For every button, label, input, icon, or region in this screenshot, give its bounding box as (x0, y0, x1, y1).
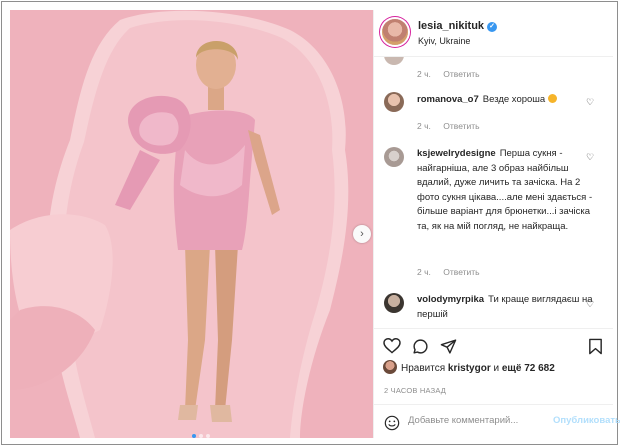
post-location[interactable]: Kyiv, Ukraine (418, 36, 470, 46)
comment-avatar[interactable] (384, 92, 404, 112)
comment-input[interactable] (406, 414, 550, 427)
publish-button[interactable]: Опубликовать (553, 415, 620, 426)
likes-and: и (493, 363, 500, 374)
comment-time: 2 ч. (417, 69, 431, 79)
emoji-icon[interactable] (384, 415, 400, 431)
carousel-dots (192, 434, 210, 438)
likes-count[interactable]: ещё 72 682 (502, 363, 555, 374)
author-username[interactable]: lesia_nikituk ✓ (418, 20, 498, 32)
reply-link[interactable]: Ответить (443, 121, 479, 131)
comment-avatar[interactable] (384, 57, 404, 65)
like-heart-icon[interactable] (383, 338, 401, 354)
comment-meta: 2 ч. Ответить (417, 267, 490, 277)
comment-text: Перша сукня - найгарніша, але 3 образ на… (417, 148, 593, 232)
bookmark-icon[interactable] (588, 338, 603, 355)
heart-icon[interactable]: ♡ (586, 152, 594, 163)
heart-icon[interactable]: ♡ (586, 97, 594, 108)
author-username-text[interactable]: lesia_nikituk (418, 20, 484, 32)
post-dialog: › lesia_nikituk ✓ Kyiv, Ukraine 2 ч. Отве… (1, 1, 620, 445)
photo-illustration (10, 10, 373, 438)
likes-summary[interactable]: Нравится kristygor и ещё 72 682 (383, 360, 555, 374)
reply-link[interactable]: Ответить (443, 267, 479, 277)
share-icon[interactable] (440, 338, 457, 355)
post-photo[interactable]: › (10, 10, 373, 438)
post-timestamp[interactable]: 2 ЧАСОВ НАЗАД (384, 386, 446, 395)
author-avatar[interactable] (382, 19, 408, 45)
reply-link[interactable]: Ответить (443, 69, 479, 79)
comment-text: Везде хороша (482, 94, 546, 105)
comment-meta: 2 ч. Ответить (417, 121, 490, 131)
comment-time: 2 ч. (417, 267, 431, 277)
carousel-dot (206, 434, 210, 438)
likes-prefix: Нравится (401, 363, 446, 374)
list-item: romanova_o7 Везде хороша (417, 93, 597, 108)
liker-username[interactable]: kristygor (448, 363, 491, 374)
list-item: volodymyrpika Ти краще виглядаєш на перші… (417, 293, 597, 322)
post-side-panel: lesia_nikituk ✓ Kyiv, Ukraine 2 ч. Ответи… (373, 10, 620, 440)
comment-username[interactable]: volodymyrpika (417, 294, 484, 305)
list-item: ksjewelrydesigne Перша сукня - найгарніша… (417, 147, 597, 234)
comment-meta: 2 ч. Ответить (417, 69, 490, 79)
verified-badge-icon: ✓ (487, 22, 498, 32)
comment-time: 2 ч. (417, 121, 431, 131)
post-header: lesia_nikituk ✓ Kyiv, Ukraine (374, 10, 613, 57)
add-comment-bar: Опубликовать (374, 404, 620, 440)
comments-list[interactable]: 2 ч. Ответить romanova_o7 Везде хороша ♡ … (374, 57, 613, 325)
comment-icon[interactable] (412, 338, 429, 355)
liker-avatar (383, 360, 397, 374)
heart-icon[interactable]: ♡ (586, 299, 594, 310)
comment-avatar[interactable] (384, 293, 404, 313)
next-photo-button[interactable]: › (353, 225, 371, 243)
carousel-dot (192, 434, 196, 438)
comment-username[interactable]: ksjewelrydesigne (417, 148, 496, 159)
carousel-dot (199, 434, 203, 438)
heart-eyes-emoji-icon (547, 94, 557, 103)
post-actions: Нравится kristygor и ещё 72 682 2 ЧАСОВ … (374, 328, 620, 440)
comment-username[interactable]: romanova_o7 (417, 94, 479, 105)
comment-avatar[interactable] (384, 147, 404, 167)
